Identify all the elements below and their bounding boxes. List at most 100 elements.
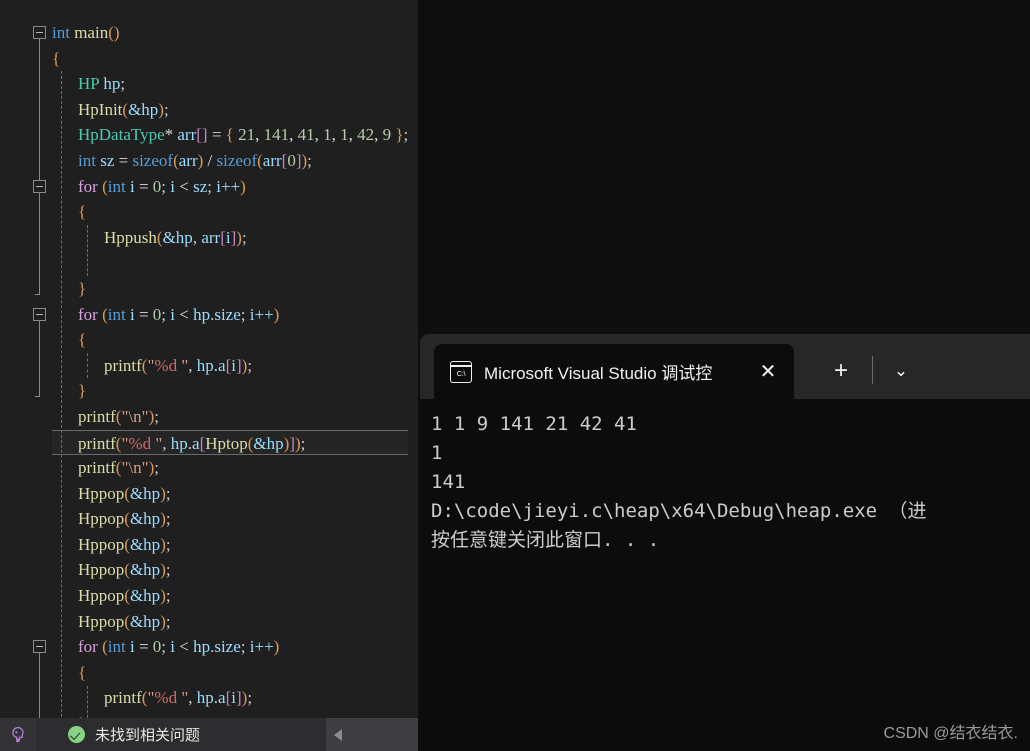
terminal-output-line: 141: [431, 471, 466, 493]
horizontal-scrollbar[interactable]: [326, 718, 418, 751]
code-token: ,: [331, 125, 341, 145]
fold-toggle-icon[interactable]: [33, 640, 46, 654]
code-token: ,: [255, 125, 264, 145]
code-line-text: printf("\n");: [78, 404, 159, 430]
code-token: arr: [177, 125, 197, 145]
code-token: a: [218, 355, 226, 375]
code-editor-scroll-area[interactable]: int main(){HP hp; HpInit(&hp); HpDataType*…: [0, 0, 418, 718]
code-token: int: [52, 23, 70, 42]
fold-toggle-icon[interactable]: [33, 179, 46, 193]
code-token: =: [134, 304, 153, 324]
code-token: =: [134, 637, 153, 657]
code-token: 0: [287, 150, 296, 170]
code-token: Hptop: [205, 433, 248, 453]
fold-region-rail: [35, 320, 40, 398]
indent-guide: [87, 685, 88, 718]
code-editor-pane[interactable]: int main(){HP hp; HpInit(&hp); HpDataType*…: [0, 0, 418, 718]
code-token: Hppop: [78, 509, 125, 529]
code-token: Hppop: [78, 586, 125, 606]
code-token: ,: [188, 688, 197, 708]
code-token: ,: [289, 125, 298, 145]
copilot-icon[interactable]: [0, 718, 36, 751]
code-line-text: int main(): [52, 20, 120, 46]
code-line-text: printf("%d ", hp.a[i]);: [104, 685, 252, 711]
status-message: 未找到相关问题: [95, 727, 201, 744]
code-token: size: [214, 304, 241, 324]
code-token: int: [107, 176, 126, 196]
code-token: 1: [323, 125, 332, 145]
code-token: HpInit: [78, 99, 123, 119]
code-token: arr: [178, 150, 198, 170]
fold-region-rail: [35, 39, 40, 193]
code-token: ;: [154, 458, 159, 478]
code-line-text: printf("%d ", hp.a[i]);: [104, 353, 252, 379]
code-line-text: {: [78, 199, 86, 225]
code-line-text: printf("%d ", hp.a[Hptop(&hp)]);: [78, 431, 305, 457]
code-token: =: [207, 125, 226, 145]
code-line-text: for (int i = 0; i < sz; i++): [78, 174, 246, 200]
code-line[interactable]: int main(): [0, 20, 408, 46]
code-line-text: for (int i = 0; i < hp.size; i++): [78, 302, 279, 328]
watermark: CSDN @结衣结衣.: [883, 725, 1018, 742]
code-token: ;: [161, 304, 171, 324]
code-line-text: int sz = sizeof(arr) / sizeof(arr[0]);: [78, 148, 312, 174]
code-token: printf: [78, 406, 116, 426]
code-token: }: [78, 381, 87, 401]
debug-console-window[interactable]: C:\ Microsoft Visual Studio 调试控 ✕ + ⌄ 1 …: [420, 334, 1030, 751]
code-line-text: }: [78, 378, 86, 404]
code-token: ": [177, 355, 189, 375]
code-token: 0: [152, 637, 162, 657]
terminal-tab-bar[interactable]: C:\ Microsoft Visual Studio 调试控 ✕ + ⌄: [420, 334, 1030, 399]
code-token: i++: [249, 304, 274, 324]
code-token: &hp: [129, 586, 161, 606]
code-token: Hppop: [78, 534, 125, 554]
code-token: arr: [201, 227, 221, 247]
indent-guide: [61, 71, 62, 718]
code-token: hp: [193, 637, 211, 657]
code-token: ;: [165, 560, 171, 580]
code-token: ": [177, 688, 189, 708]
code-token: ,: [374, 125, 383, 145]
code-token: 1: [340, 125, 349, 145]
code-token: =: [134, 176, 153, 196]
code-token: for: [78, 176, 98, 196]
terminal-output-area[interactable]: 1 1 9 141 21 42 41 1 141 D:\code\jieyi.c\he…: [420, 399, 1030, 751]
code-token: sz: [193, 176, 208, 196]
code-line-text: {: [78, 327, 86, 353]
code-line-text: Hppush(&hp, arr[i]);: [104, 225, 247, 251]
check-circle-icon: [68, 726, 85, 743]
code-token: int: [107, 304, 126, 324]
terminal-tab-active[interactable]: C:\ Microsoft Visual Studio 调试控 ✕: [434, 344, 794, 399]
editor-gutter[interactable]: [0, 0, 52, 718]
new-tab-button[interactable]: +: [826, 356, 856, 386]
code-line[interactable]: {: [0, 46, 408, 72]
code-line-text: HpDataType* arr[] = { 21, 141, 41, 1, 1,…: [78, 122, 408, 148]
code-line-text: Hppop(&hp);: [78, 557, 171, 583]
code-token: {: [225, 125, 234, 145]
code-line-text: }: [78, 276, 86, 302]
chevron-down-icon[interactable]: ⌄: [886, 356, 916, 386]
code-token: hp: [170, 433, 188, 453]
code-line-text: }: [78, 711, 86, 718]
code-line-text: printf("\n");: [78, 455, 159, 481]
code-token: Hppush: [104, 227, 157, 247]
code-token: sz: [100, 150, 115, 170]
code-token: ;: [165, 483, 171, 503]
code-line-text: Hppop(&hp);: [78, 481, 171, 507]
code-token: *: [164, 125, 178, 145]
code-line-text: HpInit(&hp);: [78, 97, 169, 123]
terminal-output-line: 1: [431, 442, 443, 464]
code-token: %d: [154, 355, 178, 375]
code-token: Hppop: [78, 611, 125, 631]
terminal-output-line: 按任意键关闭此窗口. . .: [431, 529, 660, 551]
code-token: ;: [247, 688, 253, 708]
code-token: HP: [78, 74, 100, 94]
code-token: ;: [307, 150, 312, 170]
code-token: arr: [262, 150, 282, 170]
close-icon[interactable]: ✕: [756, 360, 780, 384]
fold-toggle-icon[interactable]: [33, 26, 46, 39]
code-token: &hp: [129, 483, 161, 503]
left-arrow-icon[interactable]: [334, 729, 342, 741]
code-line-text: for (int i = 0; i < hp.size; i++): [78, 634, 279, 660]
fold-toggle-icon[interactable]: [33, 307, 46, 321]
